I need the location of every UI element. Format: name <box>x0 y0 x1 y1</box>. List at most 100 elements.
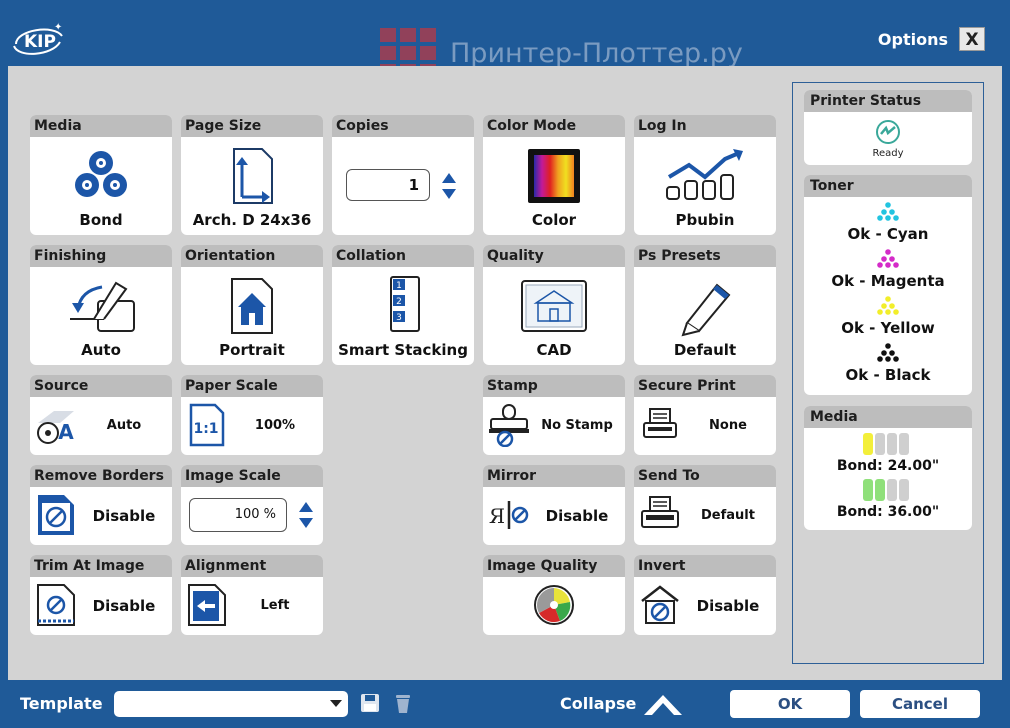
page-size-icon <box>233 148 273 204</box>
options-title: Options <box>877 30 948 49</box>
send-to-tile[interactable]: Send To Default <box>634 465 776 545</box>
printer-status-title: Printer Status <box>804 90 972 112</box>
tile-title: Trim At Image <box>30 555 172 577</box>
tile-value: Default <box>701 508 755 523</box>
finishing-tile[interactable]: Finishing Auto <box>30 245 172 365</box>
roll-1-label: Bond: 24.00" <box>836 458 940 474</box>
image-scale-stepper-icon[interactable] <box>297 498 315 532</box>
chevron-down-icon[interactable] <box>330 700 342 707</box>
source-tile[interactable]: Source A Auto <box>30 375 172 455</box>
collation-tile[interactable]: Collation 1 2 3 Smart Stacking <box>332 245 474 365</box>
tile-value: CAD <box>536 341 572 359</box>
log-in-tile[interactable]: Log In Pbubin <box>634 115 776 235</box>
tile-title: Stamp <box>483 375 625 397</box>
tile-value: 100% <box>254 418 296 433</box>
media-status-title: Media <box>804 406 972 428</box>
tile-title: Source <box>30 375 172 397</box>
copies-tile: Copies 1 <box>332 115 474 235</box>
ready-status-icon <box>876 120 900 144</box>
printer-status-card: Printer Status Ready <box>804 90 972 165</box>
trash-icon[interactable] <box>393 692 413 714</box>
scale-glyph: 1:1 <box>193 421 218 437</box>
tile-value: Disable <box>92 597 156 615</box>
tile-title: Quality <box>483 245 625 267</box>
printer-status-value: Ready <box>872 148 904 159</box>
status-sidebar: Printer Status Ready Toner Ok - Cyan Ok … <box>792 82 984 664</box>
remove-borders-tile[interactable]: Remove Borders Disable <box>30 465 172 545</box>
copies-input[interactable]: 1 <box>346 169 430 201</box>
paper-scale-tile[interactable]: Paper Scale 1:1 100% <box>181 375 323 455</box>
media-rolls-icon <box>75 151 127 197</box>
tile-title: Invert <box>634 555 776 577</box>
source-glyph: A <box>58 420 74 444</box>
finishing-fold-icon <box>70 281 135 332</box>
alignment-tile[interactable]: Alignment Left <box>181 555 323 635</box>
tile-value: Default <box>673 341 737 359</box>
yellow-toner-icon <box>877 296 899 315</box>
tile-value: Portrait <box>219 341 285 359</box>
portrait-house-icon <box>231 278 273 334</box>
media-tile[interactable]: Media Bond <box>30 115 172 235</box>
quality-tile[interactable]: Quality CAD <box>483 245 625 365</box>
tile-title: Secure Print <box>634 375 776 397</box>
tile-title: Collation <box>332 245 474 267</box>
tile-value: Auto <box>106 418 142 433</box>
color-wheel-icon <box>534 585 574 625</box>
tile-value: No Stamp <box>541 418 613 433</box>
page-size-tile[interactable]: Page Size Arch. D 24x36 <box>181 115 323 235</box>
copies-stepper-icon[interactable] <box>440 169 458 203</box>
collation-number-1: 1 <box>396 281 402 291</box>
tile-title: Finishing <box>30 245 172 267</box>
roll-2-label: Bond: 36.00" <box>836 504 940 520</box>
mirror-icon: Я <box>489 501 529 529</box>
secure-print-tile[interactable]: Secure Print None <box>634 375 776 455</box>
tile-value: Auto <box>81 341 121 359</box>
roll-2-level-icon <box>863 479 909 501</box>
bottom-bar: Template Collapse OK Cancel <box>0 680 1010 728</box>
tile-value: Bond <box>79 211 123 229</box>
color-spectrum-icon <box>528 149 580 203</box>
tile-value: None <box>709 418 747 433</box>
tile-title: Media <box>30 115 172 137</box>
tile-value: Pbubin <box>675 211 735 229</box>
scale-one-to-one-icon: 1:1 <box>189 403 225 447</box>
ok-button[interactable]: OK <box>730 690 850 718</box>
tile-title: Image Quality <box>483 555 625 577</box>
tile-title: Send To <box>634 465 776 487</box>
tile-value: Disable <box>545 507 609 525</box>
printer-icon <box>641 496 679 528</box>
toner-black-label: Ok - Black <box>845 366 931 384</box>
stamp-tile[interactable]: Stamp No Stamp <box>483 375 625 455</box>
toner-magenta-label: Ok - Magenta <box>831 272 945 290</box>
align-left-icon <box>188 584 226 626</box>
cancel-button[interactable]: Cancel <box>860 690 980 718</box>
growth-chart-icon <box>666 149 743 200</box>
stamp-icon <box>489 404 529 447</box>
save-icon[interactable] <box>360 693 380 713</box>
mirror-glyph: Я <box>489 504 505 528</box>
template-label: Template <box>20 694 103 713</box>
invert-house-icon <box>641 585 679 624</box>
invert-tile[interactable]: Invert Disable <box>634 555 776 635</box>
image-scale-input[interactable]: 100 % <box>189 498 287 532</box>
roll-1-level-icon <box>863 433 909 455</box>
cad-drawing-icon <box>521 280 587 332</box>
tile-value: Left <box>260 598 290 613</box>
tile-value: Disable <box>696 597 760 615</box>
template-dropdown[interactable] <box>114 691 348 717</box>
toner-yellow-label: Ok - Yellow <box>841 319 935 337</box>
tile-title: Mirror <box>483 465 625 487</box>
tile-title: Page Size <box>181 115 323 137</box>
tile-title: Ps Presets <box>634 245 776 267</box>
title-bar: ✦ KIP Принтер-Плоттер.ру Options X <box>0 0 1010 78</box>
trim-at-image-tile[interactable]: Trim At Image Disable <box>30 555 172 635</box>
close-button[interactable]: X <box>959 27 985 51</box>
mirror-tile[interactable]: Mirror Я Disable <box>483 465 625 545</box>
color-mode-tile[interactable]: Color Mode Color <box>483 115 625 235</box>
ps-presets-tile[interactable]: Ps Presets Default <box>634 245 776 365</box>
toner-card: Toner Ok - Cyan Ok - Magenta Ok - Yellow… <box>804 175 972 395</box>
image-quality-tile[interactable]: Image Quality <box>483 555 625 635</box>
collapse-chevron-up-icon[interactable] <box>642 691 684 717</box>
orientation-tile[interactable]: Orientation Portrait <box>181 245 323 365</box>
collation-number-2: 2 <box>396 297 402 307</box>
